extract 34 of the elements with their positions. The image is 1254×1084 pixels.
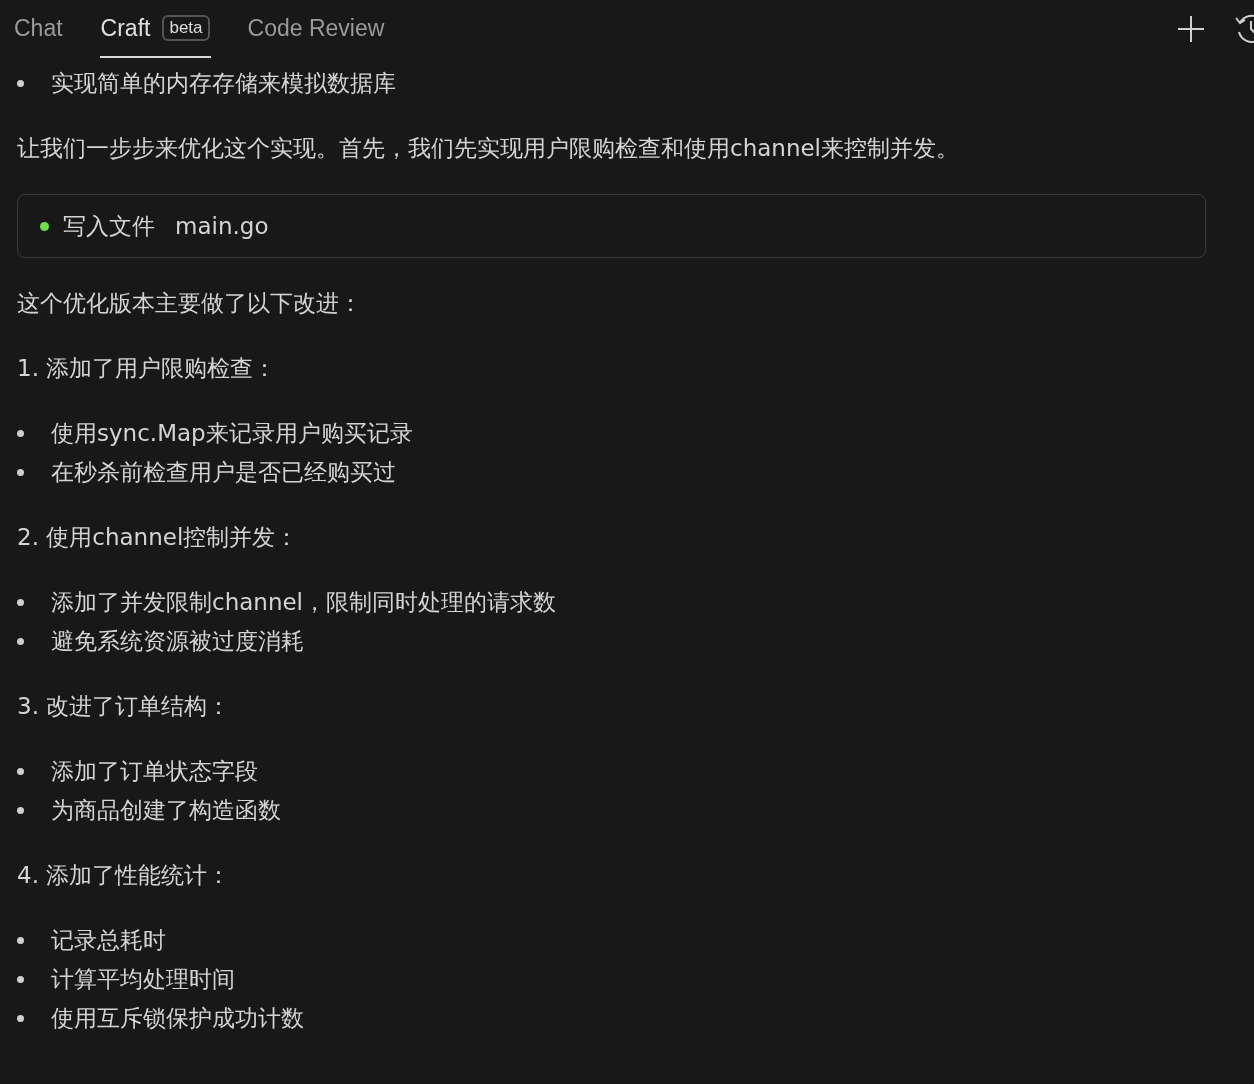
list-item: 避免系统资源被过度消耗 [51,627,304,656]
bullet-icon [17,469,24,476]
list-item: 使用sync.Map来记录用户购买记录 [51,419,413,448]
tab[interactable]: Code Review [246,0,386,58]
file-name: main.go [175,213,269,239]
paragraph: 3. 改进了订单结构： [17,692,232,721]
bullet-icon [17,430,24,437]
tab[interactable]: Craft beta [99,0,211,58]
action-label: 写入文件 [63,211,155,241]
bullet-icon [17,80,24,87]
bullet-icon [17,807,24,814]
beta-badge: beta [162,15,210,41]
list-item: 添加了并发限制channel，限制同时处理的请求数 [51,588,556,617]
list-item: 实现简单的内存存储来模拟数据库 [51,69,396,98]
paragraph: 让我们一步步来优化这个实现。首先，我们先实现用户限购检查和使用channel来控制并发。 [17,134,960,163]
new-chat-button[interactable] [1176,14,1206,44]
bullet-icon [17,1015,24,1022]
list-item: 在秒杀前检查用户是否已经购买过 [51,458,396,487]
list-item: 使用互斥锁保护成功计数 [51,1004,304,1033]
bullet-icon [17,937,24,944]
bullet-icon [17,599,24,606]
paragraph: 这个优化版本主要做了以下改进： [17,289,363,318]
list-item: 为商品创建了构造函数 [51,796,281,825]
tab[interactable]: Chat [13,0,64,58]
bullet-icon [17,976,24,983]
list-item: 添加了订单状态字段 [51,757,258,786]
list-item: 记录总耗时 [51,926,166,955]
bullet-icon [17,768,24,775]
file-action-card[interactable]: 写入文件 main.go [17,194,1206,258]
paragraph: 2. 使用channel控制并发： [17,523,300,552]
bullet-icon [17,638,24,645]
paragraph: 1. 添加了用户限购检查： [17,354,278,383]
paragraph: 4. 添加了性能统计： [17,861,232,890]
list-item: 计算平均处理时间 [51,965,235,994]
